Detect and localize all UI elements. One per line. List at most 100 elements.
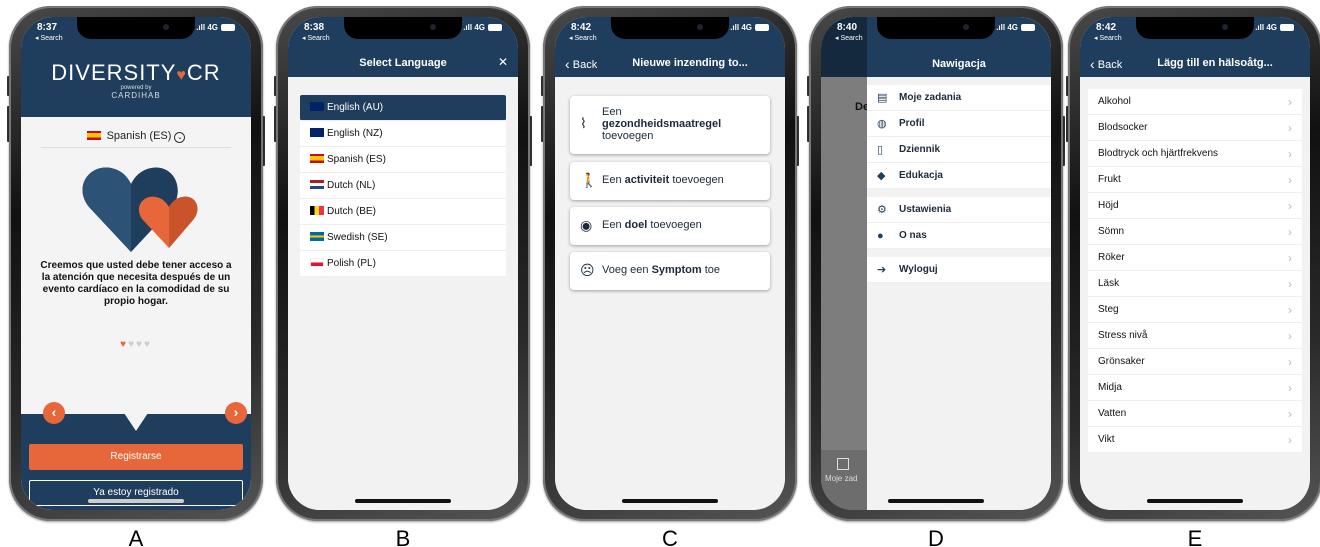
language-item[interactable]: Swedish (SE) (300, 225, 506, 251)
australia-flag-icon (310, 102, 324, 111)
language-item[interactable]: English (NZ) (300, 121, 506, 147)
list-item[interactable]: Röker (1088, 245, 1302, 271)
spain-flag-icon (86, 131, 101, 140)
spain-flag-icon (310, 154, 324, 163)
list-icon: ▤ (877, 92, 888, 104)
page-title: Lägg till en hälsoåtg... (1157, 57, 1273, 69)
screen-e: ‹ Back Lägg till en hälsoåtg... 8:42 ◂ S… (1080, 17, 1310, 510)
panel-label-c: C (662, 526, 678, 547)
list-item[interactable]: Blodsocker (1088, 115, 1302, 141)
info-icon: ● (877, 230, 884, 242)
back-to-search[interactable]: ◂ Search (1094, 34, 1122, 42)
app-logo: DIVERSITY♥CR (51, 60, 221, 85)
netherlands-flag-icon (310, 180, 324, 189)
list-item[interactable]: Steg (1088, 297, 1302, 323)
menu-item-settings[interactable]: ⚙ Ustawienia (867, 197, 1051, 223)
new-zealand-flag-icon (310, 128, 324, 137)
gear-icon: ⚙ (877, 204, 887, 216)
prev-arrow-icon[interactable]: ‹ (43, 402, 65, 424)
menu-item-about[interactable]: ● O nas (867, 223, 1051, 249)
menu-item-education[interactable]: ◆ Edukacja (867, 163, 1051, 189)
welcome-message: Creemos que usted debe tener acceso a la… (40, 260, 232, 307)
battery-icon (755, 24, 769, 31)
navigation-drawer: Nawigacja ▤ Moje zadania ◍ Profil ▯ Dzienni… (867, 17, 1051, 510)
logout-icon: ➔ (877, 264, 887, 276)
book-icon: ▯ (877, 144, 884, 156)
add-symptom-button[interactable]: ☹ Voeg een Symptom toe (570, 252, 770, 290)
menu-item-profile[interactable]: ◍ Profil (867, 111, 1051, 137)
add-goal-button[interactable]: ◉ Een doel toevoegen (570, 207, 770, 245)
phone-c: ‹ Back Nieuwe inzending to... 8:42 ◂ Sea… (541, 6, 799, 521)
heartbeat-icon: ⌇ (580, 115, 587, 131)
menu-item-my-tasks[interactable]: ▤ Moje zadania (867, 85, 1051, 111)
page-indicator: ♥♥♥♥ (120, 339, 152, 350)
language-selector[interactable]: Spanish (ES) ⌄ (21, 130, 251, 143)
walking-icon: 🚶 (580, 172, 598, 188)
phone-b: Select Language ✕ 8:38 ◂ Search .ıll 4G … (274, 6, 532, 521)
list-item[interactable]: Midja (1088, 375, 1302, 401)
phone-d: De Moje zad Nawigacja ▤ Moje zadania ◍ Pro… (807, 6, 1065, 521)
list-item[interactable]: Alkohol (1088, 89, 1302, 115)
dimmed-background[interactable] (821, 17, 867, 510)
list-item[interactable]: Vatten (1088, 401, 1302, 427)
list-item[interactable]: Stress nivå (1088, 323, 1302, 349)
hearts-illustration (82, 167, 198, 252)
panel-label-b: B (395, 526, 411, 547)
back-button[interactable]: ‹ Back (565, 56, 597, 72)
menu-item-logout[interactable]: ➔ Wyloguj (867, 257, 1051, 283)
screen-b: Select Language ✕ 8:38 ◂ Search .ıll 4G … (288, 17, 518, 510)
screen-d: De Moje zad Nawigacja ▤ Moje zadania ◍ Pro… (821, 17, 1051, 510)
add-activity-button[interactable]: 🚶 Een activiteit toevoegen (570, 162, 770, 200)
page-title: Select Language (359, 57, 447, 69)
back-button[interactable]: ‹ Back (1090, 56, 1122, 72)
back-to-search[interactable]: ◂ Search (569, 34, 597, 42)
chevron-left-icon: ‹ (1090, 56, 1095, 72)
graduation-cap-icon: ◆ (877, 170, 886, 182)
list-icon (837, 458, 849, 470)
screen-a: DIVERSITY♥CR powered by CARDIHAB 8:37 ◂ … (21, 17, 251, 510)
back-to-search[interactable]: ◂ Search (35, 34, 63, 42)
battery-icon (221, 24, 235, 31)
panel-label-d: D (928, 526, 944, 547)
language-list: English (AU) English (NZ) Spanish (ES) D… (300, 95, 506, 277)
panel-label-a: A (128, 526, 144, 547)
add-health-measure-button[interactable]: ⌇ Een gezondheidsmaatregel toevoegen (570, 96, 770, 154)
list-item[interactable]: Blodtryck och hjärtfrekvens (1088, 141, 1302, 167)
language-item[interactable]: Dutch (NL) (300, 173, 506, 199)
list-item[interactable]: Frukt (1088, 167, 1302, 193)
panel-label-e: E (1187, 526, 1203, 547)
list-item[interactable]: Höjd (1088, 193, 1302, 219)
battery-icon (488, 24, 502, 31)
list-item[interactable]: Läsk (1088, 271, 1302, 297)
tab-my-tasks[interactable]: Moje zad (821, 450, 867, 510)
back-to-search[interactable]: ◂ Search (835, 34, 863, 42)
back-to-search[interactable]: ◂ Search (302, 34, 330, 42)
sad-face-icon: ☹ (580, 262, 595, 278)
page-title: Nieuwe inzending to... (632, 57, 748, 69)
phone-a: DIVERSITY♥CR powered by CARDIHAB 8:37 ◂ … (7, 6, 265, 521)
screen-c: ‹ Back Nieuwe inzending to... 8:42 ◂ Sea… (555, 17, 785, 510)
chevron-down-icon: ⌄ (174, 132, 186, 143)
sweden-flag-icon (310, 232, 324, 241)
battery-icon (1280, 24, 1294, 31)
next-arrow-icon[interactable]: › (225, 402, 247, 424)
list-item[interactable]: Grönsaker (1088, 349, 1302, 375)
language-item[interactable]: Polish (PL) (300, 251, 506, 277)
register-button[interactable]: Registrarse (29, 444, 243, 470)
poland-flag-icon (310, 258, 324, 267)
user-icon: ◍ (877, 118, 887, 130)
close-icon[interactable]: ✕ (498, 55, 508, 69)
belgium-flag-icon (310, 206, 324, 215)
heart-icon: ♥ (176, 67, 187, 84)
phone-e: ‹ Back Lägg till en hälsoåtg... 8:42 ◂ S… (1066, 6, 1320, 521)
list-item[interactable]: Sömn (1088, 219, 1302, 245)
battery-icon (1021, 24, 1035, 31)
language-item[interactable]: Dutch (BE) (300, 199, 506, 225)
menu-item-journal[interactable]: ▯ Dziennik (867, 137, 1051, 163)
list-item[interactable]: Vikt (1088, 427, 1302, 453)
powered-by: powered by CARDIHAB (111, 85, 161, 100)
drawer-title: Nawigacja (932, 58, 986, 70)
language-item[interactable]: Spanish (ES) (300, 147, 506, 173)
target-icon: ◉ (580, 217, 593, 233)
language-item[interactable]: English (AU) (300, 95, 506, 121)
